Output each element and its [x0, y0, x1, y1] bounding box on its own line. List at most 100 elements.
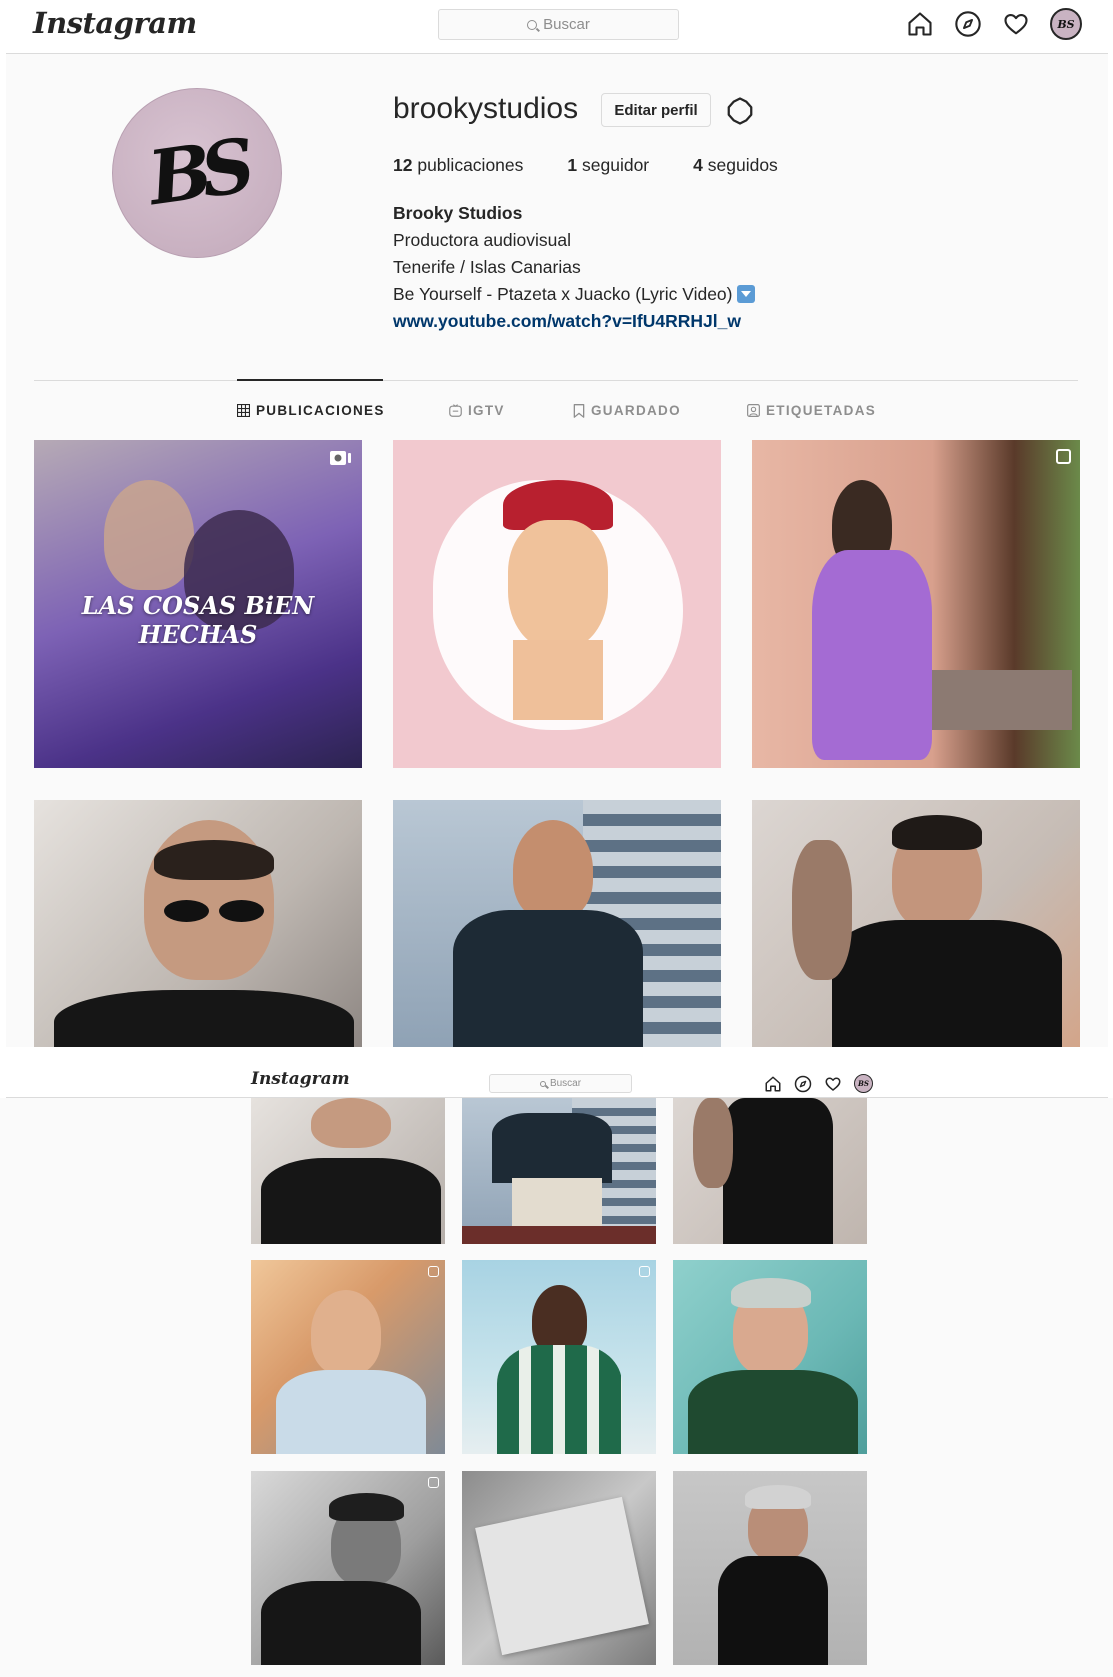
post-subject	[513, 640, 603, 720]
post-subject	[723, 1098, 833, 1244]
post-tile[interactable]	[393, 800, 721, 1047]
post-subject	[745, 1485, 811, 1509]
multiple-icon	[428, 1477, 439, 1488]
instagram-logo-small[interactable]: Instagram	[251, 1069, 350, 1089]
post-subject	[718, 1556, 828, 1665]
post-subject	[261, 1581, 421, 1665]
multiple-icon	[428, 1266, 439, 1277]
profile-avatar-nav[interactable]: BS	[1050, 8, 1082, 40]
instagram-logo[interactable]: Instagram	[33, 6, 197, 40]
post-subject	[164, 900, 209, 922]
post-subject	[311, 1098, 391, 1148]
post-subject	[475, 1496, 649, 1656]
posts-stat: 12 publicaciones	[393, 155, 524, 175]
post-subject	[492, 1113, 612, 1183]
profile-stats: 12 publicaciones 1 seguidor 4 seguidos	[393, 155, 822, 176]
home-icon[interactable]	[764, 1075, 782, 1093]
post-subject	[54, 990, 354, 1047]
post-subject	[276, 1370, 426, 1454]
bio-line-1: Productora audiovisual	[393, 230, 572, 250]
post-subject	[892, 815, 982, 850]
profile-username: brookystudios	[393, 92, 579, 125]
search-input-small[interactable]: Buscar	[489, 1074, 632, 1093]
search-icon	[527, 19, 538, 30]
post-tile[interactable]	[462, 1098, 656, 1244]
post-subject	[688, 1370, 858, 1454]
top-navigation-bar-small: Instagram Buscar BS	[0, 1047, 1113, 1098]
explore-icon[interactable]	[794, 1075, 812, 1093]
post-tile[interactable]	[673, 1098, 867, 1244]
post-tile[interactable]	[34, 800, 362, 1047]
post-subject	[812, 550, 932, 760]
search-input[interactable]: Buscar	[438, 9, 679, 40]
search-icon	[539, 1080, 546, 1087]
post-tile[interactable]	[673, 1260, 867, 1454]
post-tile[interactable]	[462, 1260, 656, 1454]
multiple-icon	[1056, 449, 1071, 464]
bookmark-icon	[573, 403, 585, 418]
bio-line-3-wrap: Be Yourself - Ptazeta x Juacko (Lyric Vi…	[393, 281, 756, 308]
post-tile[interactable]	[673, 1471, 867, 1665]
followers-stat[interactable]: 1 seguidor	[567, 155, 649, 176]
heart-icon[interactable]	[824, 1075, 842, 1093]
post-tile[interactable]	[752, 440, 1080, 768]
tab-guardado[interactable]: GUARDADO	[573, 403, 681, 418]
profile-monogram: BS	[143, 123, 251, 223]
bio-name: Brooky Studios	[393, 203, 523, 223]
tab-igtv[interactable]: IGTV	[449, 403, 505, 418]
tag-icon	[747, 404, 760, 417]
grid-icon	[237, 404, 250, 417]
igtv-icon	[449, 404, 462, 417]
gear-icon[interactable]	[725, 96, 755, 126]
profile-avatar-nav-small[interactable]: BS	[854, 1074, 873, 1093]
post-subject	[453, 910, 643, 1047]
post-tile[interactable]	[251, 1471, 445, 1665]
down-arrow-icon	[737, 285, 756, 303]
profile-bio: Brooky Studios Productora audiovisual Te…	[393, 200, 756, 335]
nav-icons-small: BS	[764, 1074, 873, 1093]
bio-line-2: Tenerife / Islas Canarias	[393, 257, 581, 277]
header-divider	[6, 53, 1108, 54]
explore-icon[interactable]	[954, 10, 982, 38]
post-tile[interactable]	[393, 440, 721, 768]
post-subject	[832, 920, 1062, 1047]
search-placeholder: Buscar	[549, 1078, 582, 1089]
post-tile[interactable]	[462, 1471, 656, 1665]
post-subject	[512, 1178, 602, 1228]
profile-picture[interactable]: BS	[112, 88, 282, 258]
tabs-divider	[34, 380, 1078, 381]
post-subject	[311, 1290, 381, 1375]
edit-profile-button[interactable]: Editar perfil	[601, 93, 711, 127]
home-icon[interactable]	[906, 10, 934, 38]
tab-etiquetadas[interactable]: ETIQUETADAS	[747, 403, 876, 418]
tab-publicaciones[interactable]: PUBLICACIONES	[237, 403, 385, 418]
post-subject	[462, 1226, 656, 1244]
post-overlay-text: LAS COSAS BiEN HECHAS	[81, 590, 315, 649]
post-tile[interactable]	[251, 1260, 445, 1454]
nav-icons: BS	[906, 8, 1082, 40]
post-subject	[154, 840, 274, 880]
post-subject	[497, 1345, 622, 1454]
post-subject	[261, 1158, 441, 1244]
post-subject	[693, 1098, 733, 1188]
post-subject	[513, 820, 593, 920]
bio-line-3: Be Yourself - Ptazeta x Juacko (Lyric Vi…	[393, 284, 733, 304]
post-tile[interactable]	[251, 1098, 445, 1244]
post-subject	[104, 480, 194, 590]
video-icon	[330, 451, 351, 465]
post-tile[interactable]	[752, 800, 1080, 1047]
bio-link[interactable]: www.youtube.com/watch?v=IfU4RRHJl_w	[393, 308, 755, 335]
heart-icon[interactable]	[1002, 10, 1030, 38]
post-subject	[329, 1493, 404, 1521]
active-tab-indicator	[237, 379, 383, 381]
search-placeholder: Buscar	[543, 16, 590, 33]
profile-screenshot-bottom: Instagram Buscar BS	[0, 1047, 1113, 1677]
following-stat[interactable]: 4 seguidos	[693, 155, 778, 176]
post-tile[interactable]: LAS COSAS BiEN HECHAS	[34, 440, 362, 768]
profile-screenshot-top: Instagram Buscar BS BS brookystudios Edi…	[0, 0, 1113, 1047]
top-navigation-bar: Instagram Buscar BS	[0, 0, 1113, 54]
post-subject	[508, 520, 608, 650]
multiple-icon	[639, 1266, 650, 1277]
post-subject	[731, 1278, 811, 1308]
post-subject	[792, 840, 852, 980]
